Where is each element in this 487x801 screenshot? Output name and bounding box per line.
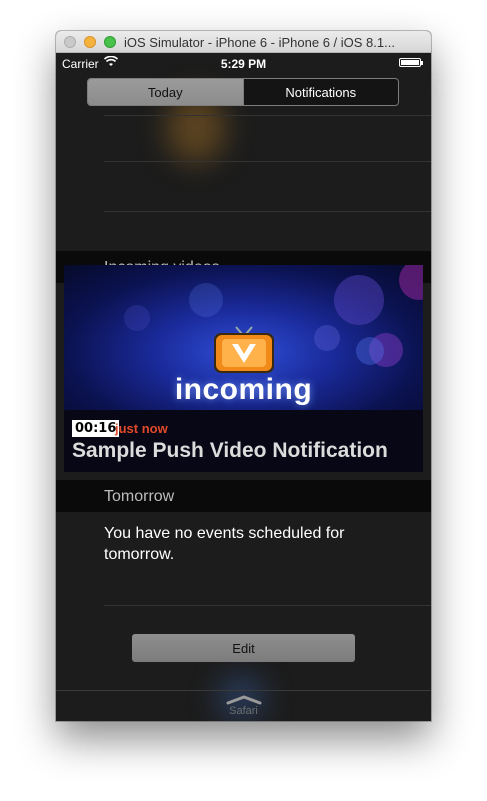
status-time: 5:29 PM [220,57,267,71]
brand-wordmark: incoming [174,373,313,406]
notification-center: Carrier 5:29 PM Today Notifications Inco… [56,53,431,721]
maximize-window-button[interactable] [104,36,116,48]
divider [104,115,431,116]
video-duration: 00:16 [72,420,120,437]
divider [104,211,431,212]
dock-app-label: Safari [229,705,258,717]
status-bar: Carrier 5:29 PM [56,53,431,73]
section-header-tomorrow: Tomorrow [56,480,431,512]
battery-icon [399,58,423,67]
minimize-window-button[interactable] [84,36,96,48]
tab-notifications[interactable]: Notifications [242,79,398,105]
edit-button[interactable]: Edit [132,634,355,662]
divider [104,605,431,606]
video-notification-card[interactable]: incoming 00:16 just now Sample Push Vide… [64,265,423,472]
close-window-button[interactable] [64,36,76,48]
tv-logo-icon [214,326,274,373]
view-switcher: Today Notifications [87,78,399,106]
tab-today[interactable]: Today [88,79,243,105]
window-titlebar: iOS Simulator - iPhone 6 - iPhone 6 / iO… [56,31,431,53]
video-title: Sample Push Video Notification [72,439,388,462]
divider [56,690,431,691]
window-title: iOS Simulator - iPhone 6 - iPhone 6 / iO… [124,35,395,50]
divider [104,161,431,162]
video-time-ago: just now [115,421,168,436]
video-info: 00:16 just now Sample Push Video Notific… [64,410,423,472]
no-events-message: You have no events scheduled for tomorro… [104,525,345,563]
section-title: Tomorrow [104,488,175,505]
simulator-window: iOS Simulator - iPhone 6 - iPhone 6 / iO… [56,31,431,721]
grabber-handle-icon[interactable] [226,695,262,705]
video-thumbnail: incoming [64,265,423,410]
